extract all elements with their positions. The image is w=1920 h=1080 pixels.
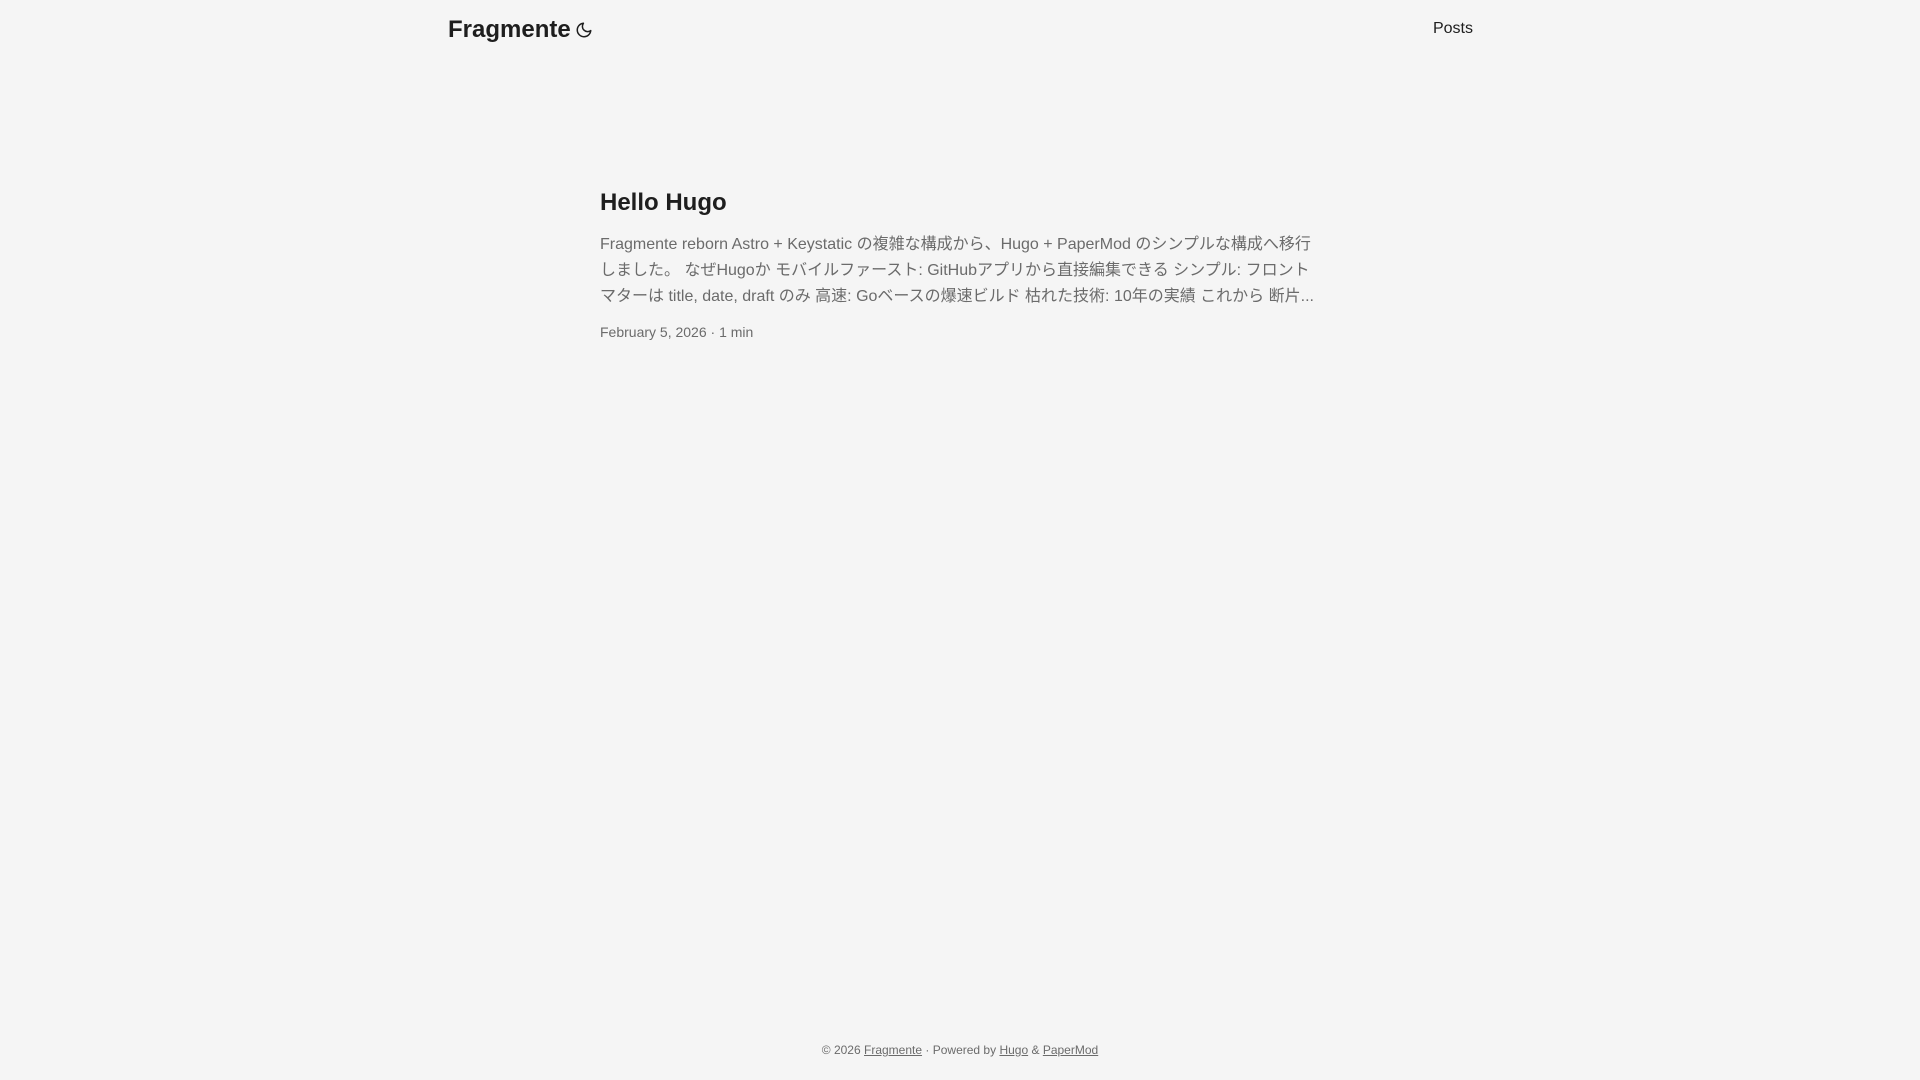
footer-and: &: [1031, 1043, 1040, 1057]
footer-papermod-link[interactable]: PaperMod: [1043, 1043, 1098, 1057]
post-meta: February 5, 2026 · 1 min: [600, 322, 1320, 342]
site-logo[interactable]: Fragmente: [448, 15, 571, 45]
theme-toggle-button[interactable]: [572, 18, 596, 42]
nav-link-posts[interactable]: Posts: [1433, 18, 1473, 40]
page: Fragmente Posts Hello Hugo Fragmente reb…: [0, 0, 1920, 1080]
footer-site-link[interactable]: Fragmente: [864, 1043, 922, 1057]
post-entry[interactable]: Hello Hugo Fragmente reborn Astro + Keys…: [600, 186, 1320, 342]
footer-copyright: © 2026: [821, 1043, 861, 1057]
main-nav: Posts: [1433, 18, 1473, 40]
post-reading-time: 1 min: [719, 324, 754, 340]
meta-separator: ·: [710, 324, 716, 340]
site-footer: © 2026 Fragmente · Powered by Hugo & Pap…: [0, 1040, 1920, 1060]
footer-hugo-link[interactable]: Hugo: [999, 1043, 1028, 1057]
moon-icon: [576, 22, 592, 38]
footer-powered-by: Powered by: [932, 1043, 997, 1057]
post-date: February 5, 2026: [600, 324, 707, 340]
post-summary: Fragmente reborn Astro + Keystatic の複雑な構…: [600, 236, 1314, 305]
site-header: Fragmente Posts: [0, 0, 1920, 60]
post-title[interactable]: Hello Hugo: [600, 186, 1320, 220]
footer-separator: ·: [925, 1043, 930, 1057]
